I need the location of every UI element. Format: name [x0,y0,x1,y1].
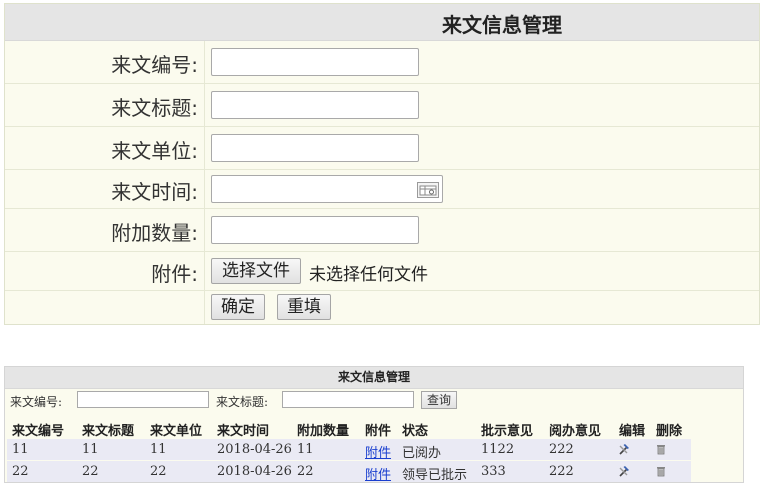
cell-title: 22 [82,464,99,479]
row-count: 附加数量: [5,209,759,252]
document-list: 来文信息管理 来文编号: 来文标题: 查询 来文编号 来文标题 来文单位 来文时… [4,366,744,483]
cell-title: 11 [82,442,99,457]
col-delete: 删除 [656,424,683,439]
cell-status: 已阅办 [402,446,442,461]
file-status: 未选择任何文件 [309,265,428,285]
page-title: 来文信息管理 [442,13,562,37]
table-header: 来文编号 来文标题 来文单位 来文时间 附加数量 附件 状态 批示意见 阅办意见… [7,417,691,439]
edit-icon[interactable] [618,465,630,477]
col-unit: 来文单位 [150,424,203,439]
cell-number: 22 [12,464,29,479]
form-header: 来文信息管理 [5,4,759,41]
choose-file-button[interactable]: 选择文件 [211,258,301,284]
col-opinion: 阅办意见 [549,424,602,439]
document-form: 来文信息管理 来文编号: 来文标题: 来文单位: 来文时间: 附加数量: 附件: [4,3,760,325]
row-title: 来文标题: [5,84,759,127]
table-row: 22 22 22 2018-04-26 22 附件 领导已批示 333 222 [7,461,691,483]
calendar-icon[interactable] [417,182,439,198]
cell-instruction: 1122 [481,442,515,457]
count-input[interactable] [211,216,419,244]
row-number: 来文编号: [5,41,759,84]
time-label: 来文时间: [111,180,198,204]
cell-unit: 11 [150,442,167,457]
search-bar: 来文编号: 来文标题: 查询 [5,390,743,410]
cell-instruction: 333 [481,464,506,479]
search-title-input[interactable] [282,391,414,408]
col-edit: 编辑 [619,424,646,439]
count-label: 附加数量: [111,221,198,245]
col-number: 来文编号 [12,424,65,439]
table-row: 11 11 11 2018-04-26 11 附件 已阅办 1122 222 [7,439,691,461]
list-title: 来文信息管理 [5,367,743,389]
col-attachment: 附件 [365,424,392,439]
col-instruction: 批示意见 [481,424,534,439]
search-number-input[interactable] [77,391,209,408]
title-label: 来文标题: [111,96,198,120]
search-number-label: 来文编号: [10,395,63,409]
cell-number: 11 [12,442,29,457]
cell-count: 11 [297,442,314,457]
number-input[interactable] [211,48,419,76]
col-status: 状态 [402,424,429,439]
col-title: 来文标题 [82,424,135,439]
cell-opinion: 222 [549,464,574,479]
date-input[interactable] [211,175,443,203]
search-title-label: 来文标题: [216,395,269,409]
cell-status: 领导已批示 [402,468,468,483]
title-input[interactable] [211,91,419,119]
attachment-link[interactable]: 附件 [365,464,391,483]
attachment-label: 附件: [151,262,198,286]
row-unit: 来文单位: [5,127,759,170]
cell-unit: 22 [150,464,167,479]
row-attachment: 附件: 选择文件 未选择任何文件 [5,252,759,291]
row-time: 来文时间: [5,170,759,209]
cell-time: 2018-04-26 [217,464,292,479]
edit-icon[interactable] [618,443,630,455]
col-count: 附加数量 [297,424,350,439]
cell-count: 22 [297,464,314,479]
reset-button[interactable]: 重填 [277,294,331,320]
delete-icon[interactable] [655,465,667,477]
col-time: 来文时间 [217,424,270,439]
cell-opinion: 222 [549,442,574,457]
confirm-button[interactable]: 确定 [211,294,265,320]
row-actions: 确定 重填 [5,291,759,324]
delete-icon[interactable] [655,443,667,455]
attachment-link[interactable]: 附件 [365,442,391,461]
number-label: 来文编号: [111,53,198,77]
unit-label: 来文单位: [111,139,198,163]
query-button[interactable]: 查询 [421,391,458,409]
unit-input[interactable] [211,134,419,162]
cell-time: 2018-04-26 [217,442,292,457]
